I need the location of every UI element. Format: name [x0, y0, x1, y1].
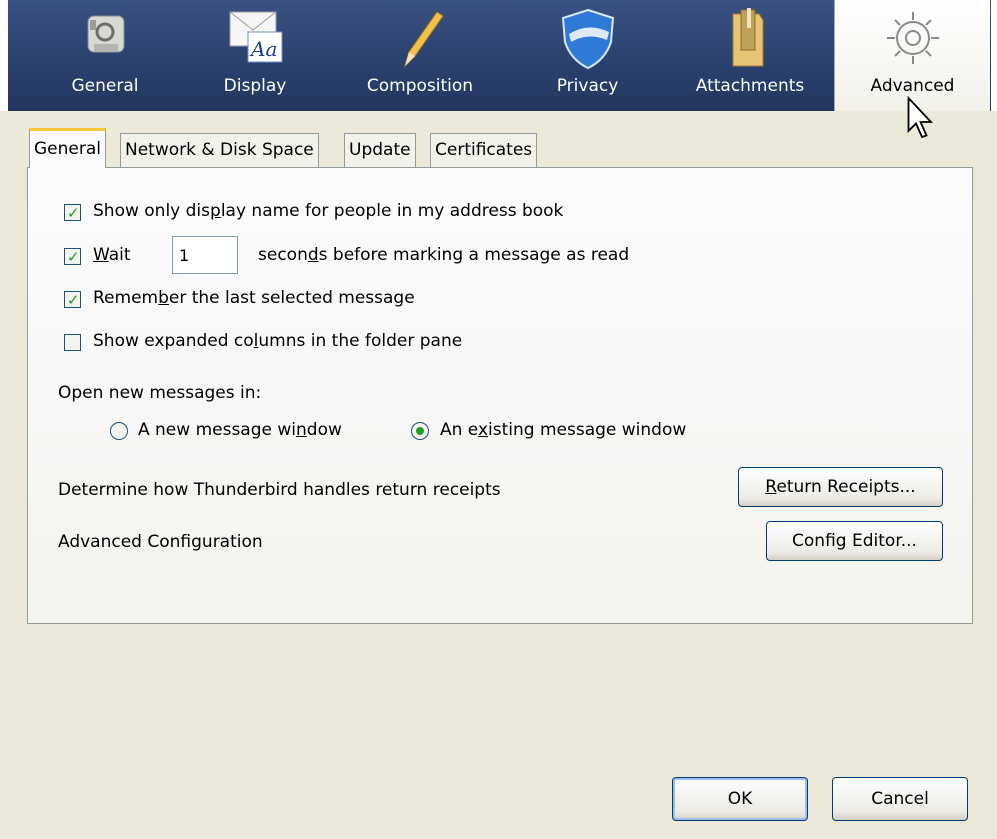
pane-label: Attachments	[695, 76, 805, 96]
remember-last-checkbox[interactable]: ✓	[64, 291, 81, 309]
check-icon: ✓	[67, 248, 80, 266]
tab-update[interactable]: Update	[344, 133, 416, 167]
pane-label: Composition	[366, 76, 474, 96]
open-new-messages-label: Open new messages in:	[58, 383, 262, 403]
pane-general[interactable]: General	[30, 0, 180, 111]
expanded-columns-checkbox[interactable]	[64, 334, 81, 351]
wait-label[interactable]: Wait	[93, 245, 131, 265]
pane-attachments[interactable]: Attachments	[670, 0, 830, 111]
new-message-window-label[interactable]: A new message window	[138, 420, 342, 440]
tab-general[interactable]: General	[29, 128, 106, 168]
prefpane-toolbar: General Aa Display Composition Privacy A	[0, 0, 997, 111]
return-receipts-label: Determine how Thunderbird handles return…	[58, 480, 501, 500]
check-icon: ✓	[67, 204, 80, 222]
display-pane-icon: Aa	[229, 11, 283, 63]
cancel-button[interactable]: Cancel	[832, 777, 968, 821]
tab-label: General	[34, 139, 101, 159]
config-editor-button[interactable]: Config Editor...	[766, 521, 943, 561]
pane-label: Privacy	[556, 76, 619, 96]
new-message-window-radio[interactable]	[110, 422, 128, 440]
pane-privacy[interactable]: Privacy	[520, 0, 655, 111]
svg-text:Aa: Aa	[249, 37, 277, 61]
general-pane-icon	[87, 15, 125, 53]
mouse-cursor-icon	[907, 96, 934, 139]
show-display-name-label[interactable]: Show only display name for people in my …	[93, 201, 563, 221]
check-icon: ✓	[67, 291, 80, 309]
pane-label: Advanced	[870, 76, 955, 96]
general-tab-panel: ✓ Show only display name for people in m…	[27, 167, 973, 624]
tab-certificates[interactable]: Certificates	[430, 133, 538, 167]
pane-display[interactable]: Aa Display	[185, 0, 325, 111]
remember-last-label[interactable]: Remember the last selected message	[93, 288, 415, 308]
expanded-columns-label[interactable]: Show expanded columns in the folder pane	[93, 331, 462, 351]
pane-advanced[interactable]: Advanced	[834, 0, 990, 111]
show-display-name-checkbox[interactable]: ✓	[64, 204, 81, 222]
tab-label: Certificates	[435, 140, 533, 160]
ok-button[interactable]: OK	[672, 777, 808, 821]
pane-composition[interactable]: Composition	[340, 0, 500, 111]
seconds-label: seconds before marking a message as read	[258, 245, 630, 265]
tab-label: Network & Disk Space	[125, 140, 314, 160]
return-receipts-button[interactable]: Return Receipts...	[738, 467, 943, 507]
existing-message-window-radio[interactable]	[411, 422, 429, 440]
attachments-pane-icon	[732, 8, 764, 67]
tab-network-disk-space[interactable]: Network & Disk Space	[120, 133, 319, 167]
wait-seconds-input[interactable]	[172, 236, 238, 274]
tab-label: Update	[349, 140, 411, 160]
pane-label: Display	[223, 76, 287, 96]
composition-pane-icon	[403, 11, 444, 68]
wait-checkbox[interactable]: ✓	[64, 248, 81, 266]
radio-selected-dot	[416, 427, 424, 435]
advanced-configuration-label: Advanced Configuration	[58, 532, 263, 552]
existing-message-window-label[interactable]: An existing message window	[440, 420, 686, 440]
privacy-pane-icon	[561, 8, 614, 70]
advanced-pane-icon	[886, 12, 939, 64]
pane-label: General	[71, 76, 139, 96]
